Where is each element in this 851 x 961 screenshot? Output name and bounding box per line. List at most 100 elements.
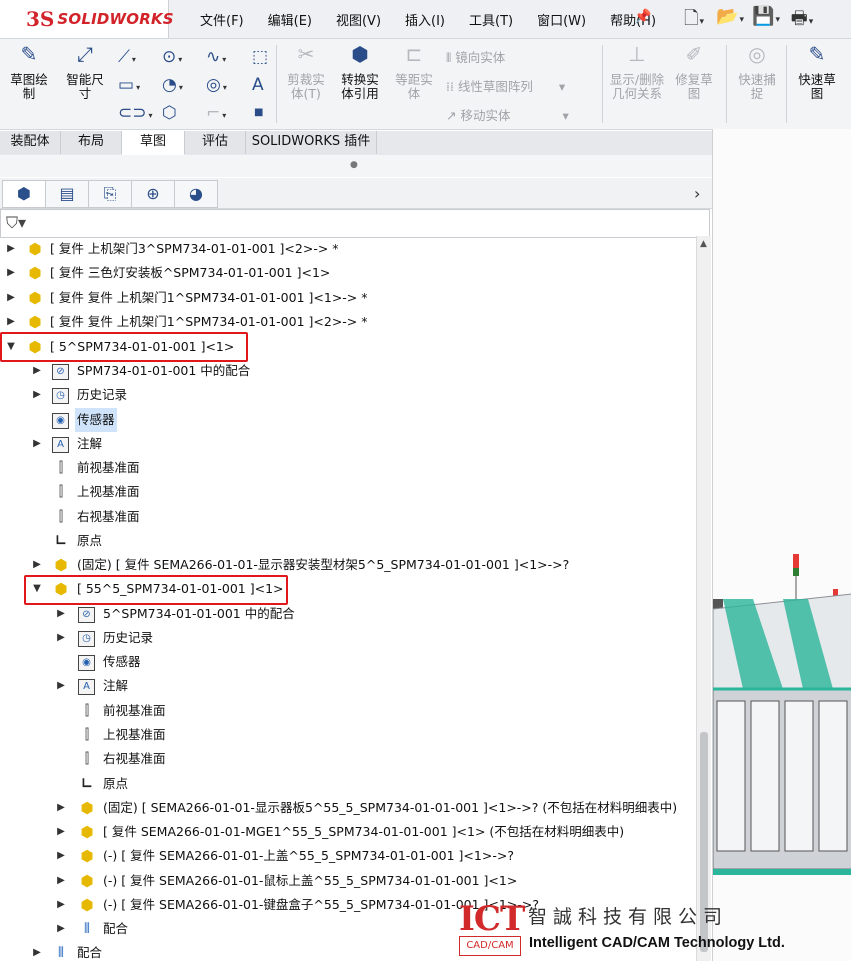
- show-relations-button[interactable]: ⊥ 显示/删除 几何关系: [606, 44, 668, 101]
- expand-arrow-icon[interactable]: ▶: [6, 310, 16, 334]
- expand-arrow-icon[interactable]: ▶: [56, 820, 66, 844]
- ellipse-icon[interactable]: ◎ ▾: [206, 75, 227, 95]
- top-plane-icon: ⫿: [84, 727, 90, 743]
- point-icon[interactable]: ■: [254, 107, 263, 118]
- pin-icon[interactable]: 📌: [634, 9, 651, 25]
- menu-file[interactable]: 文件(F): [200, 10, 244, 29]
- featuremanager-tab-icon[interactable]: ⬢: [2, 180, 46, 208]
- expand-arrow-icon[interactable]: ▶: [6, 286, 16, 310]
- sketch-icon: ✎: [20, 42, 38, 66]
- tree-item-label: [ 复件 三色灯安装板^SPM734-01-01-001 ]<1>: [50, 265, 331, 280]
- title-bar: 3S SOLIDWORKS 文件(F) 编辑(E) 视图(V) 插入(I) 工具…: [0, 0, 851, 39]
- command-manager-right: ◎ 快速捕 捉 ✎ 快速草 图: [712, 39, 851, 130]
- propertymanager-tab-icon[interactable]: ▤: [45, 180, 89, 208]
- rapid-sketch-icon: ✎: [808, 42, 826, 66]
- circle-icon[interactable]: ⊙ ▾: [162, 47, 182, 67]
- configurationmanager-tab-icon[interactable]: ⎘: [88, 180, 132, 208]
- chevron-right-icon[interactable]: ›: [694, 184, 700, 203]
- expand-arrow-icon[interactable]: ▶: [32, 383, 42, 407]
- expand-arrow-icon[interactable]: ▶: [56, 626, 66, 650]
- command-manager: ✎ 草图绘 制 ⤢ 智能尺 寸 ⟋ ▾ ⊙ ▾ ∿ ▾ ⬚ ▭ ▾ ◔ ▾ ◎ ▾ A ⊂⊃…: [0, 39, 714, 130]
- tree-item-label: 上视基准面: [77, 484, 140, 499]
- expand-arrow-icon[interactable]: ▶: [56, 674, 66, 698]
- menu-bar: 文件(F) 编辑(E) 视图(V) 插入(I) 工具(T) 窗口(W) 帮助(H…: [200, 10, 680, 29]
- menu-edit[interactable]: 编辑(E): [268, 10, 312, 29]
- trim-entities-button[interactable]: ✂ 剪裁实 体(T): [282, 44, 330, 101]
- tab-solidworks-addins[interactable]: SOLIDWORKS 插件: [246, 131, 377, 154]
- expand-arrow-icon[interactable]: ▶: [32, 432, 42, 456]
- convert-entities-button[interactable]: ⬢ 转换实 体引用: [336, 44, 384, 101]
- history-folder-icon: ◷: [52, 388, 69, 404]
- relations-label: 显示/删除 几何关系: [609, 72, 665, 101]
- construction-geometry-icon[interactable]: ⬚: [252, 47, 268, 67]
- expand-arrow-icon[interactable]: ▶: [6, 237, 16, 261]
- tree-scrollbar[interactable]: ▲: [696, 236, 711, 961]
- expand-arrow-icon[interactable]: ▶: [6, 261, 16, 285]
- sketch-button[interactable]: ✎ 草图绘 制: [4, 42, 54, 101]
- save-icon[interactable]: 💾▾: [748, 6, 784, 36]
- expand-arrow-icon[interactable]: ▶: [32, 359, 42, 383]
- quick-snaps-button[interactable]: ◎ 快速捕 捉: [734, 44, 780, 101]
- right-plane-icon: ⫿: [84, 751, 90, 767]
- solidworks-logo[interactable]: 3S SOLIDWORKS: [0, 0, 174, 38]
- tab-assembly[interactable]: 装配体: [0, 131, 61, 154]
- assembly-icon: ⬢: [54, 556, 68, 574]
- graphics-area[interactable]: [712, 129, 851, 961]
- menu-view[interactable]: 视图(V): [336, 10, 381, 29]
- expand-arrow-icon[interactable]: ▶: [56, 602, 66, 626]
- ribbon-separator: [276, 45, 277, 123]
- expand-arrow-icon[interactable]: ▶: [32, 941, 42, 961]
- linear-pattern-button[interactable]: ⁞⁞ 线性草图阵列 ▾: [446, 76, 565, 95]
- assembly-icon: ⬢: [28, 240, 42, 258]
- annotations-folder-icon: A: [52, 437, 69, 453]
- expand-arrow-icon[interactable]: ▶: [56, 917, 66, 941]
- displaymanager-tab-icon[interactable]: ◕: [174, 180, 218, 208]
- menu-window[interactable]: 窗口(W): [537, 10, 586, 29]
- open-folder-icon[interactable]: 📂▾: [712, 6, 748, 36]
- sensors-folder-icon: ◉: [52, 413, 69, 429]
- menu-insert[interactable]: 插入(I): [405, 10, 445, 29]
- tree-item-label: 原点: [77, 533, 103, 548]
- mates-folder-icon: ⊘: [52, 364, 69, 380]
- slot-icon[interactable]: ⊂⊃ ▾: [118, 103, 153, 123]
- rectangle-icon[interactable]: ▭ ▾: [118, 75, 140, 95]
- menu-tools[interactable]: 工具(T): [469, 10, 513, 29]
- tree-item-label: 历史记录: [103, 630, 154, 645]
- front-plane-icon: ⫿: [58, 460, 64, 476]
- tab-evaluate[interactable]: 评估: [185, 131, 246, 154]
- spline-icon[interactable]: ∿ ▾: [206, 47, 226, 67]
- quick-snaps-label: 快速捕 捉: [738, 72, 776, 101]
- fillet-icon[interactable]: ⌐ ▾: [206, 103, 226, 123]
- expand-arrow-icon[interactable]: ▶: [56, 869, 66, 893]
- line-icon[interactable]: ⟋ ▾: [118, 47, 136, 67]
- expand-arrow-icon[interactable]: ▶: [56, 796, 66, 820]
- arc-icon[interactable]: ◔ ▾: [162, 75, 183, 95]
- smart-dimension-button[interactable]: ⤢ 智能尺 寸: [60, 42, 110, 101]
- move-entities-button[interactable]: ↗ 移动实体 ▾: [446, 105, 569, 124]
- expand-arrow-icon[interactable]: ▶: [32, 553, 42, 577]
- scroll-up-icon[interactable]: ▲: [700, 239, 707, 249]
- tree-item-label: [ 复件 上机架门3^SPM734-01-01-001 ]<2>-> *: [50, 241, 339, 256]
- linear-pattern-label: 线性草图阵列: [457, 79, 533, 94]
- rapid-sketch-button[interactable]: ✎ 快速草 图: [792, 42, 842, 101]
- tab-sketch[interactable]: 草图: [122, 131, 185, 155]
- text-icon[interactable]: A: [252, 75, 264, 95]
- panel-splitter[interactable]: ●: [0, 155, 712, 177]
- offset-label: 等距实 体: [395, 72, 433, 101]
- logo-text: SOLIDWORKS: [57, 10, 174, 28]
- front-plane-icon: ⫿: [84, 703, 90, 719]
- quick-access-toolbar: 🗋▾ 📂▾ 💾▾ 🖶▾: [676, 6, 820, 36]
- mates-icon: ⦀: [83, 921, 91, 937]
- smart-dimension-icon: ⤢: [77, 42, 93, 66]
- offset-entities-button[interactable]: ⊏ 等距实 体: [390, 44, 438, 101]
- tree-filter-bar[interactable]: ⛉▾: [0, 209, 710, 238]
- dimxpertmanager-tab-icon[interactable]: ⊕: [131, 180, 175, 208]
- new-document-icon[interactable]: 🗋▾: [676, 6, 712, 36]
- repair-sketch-button[interactable]: ✐ 修复草 图: [674, 44, 714, 101]
- print-icon[interactable]: 🖶▾: [784, 6, 820, 36]
- polygon-icon[interactable]: ⬡: [162, 103, 177, 123]
- mirror-entities-button[interactable]: ⫴ 镜向实体: [446, 47, 505, 66]
- expand-arrow-icon[interactable]: ▶: [56, 893, 66, 917]
- tab-layout[interactable]: 布局: [61, 131, 122, 154]
- expand-arrow-icon[interactable]: ▶: [56, 844, 66, 868]
